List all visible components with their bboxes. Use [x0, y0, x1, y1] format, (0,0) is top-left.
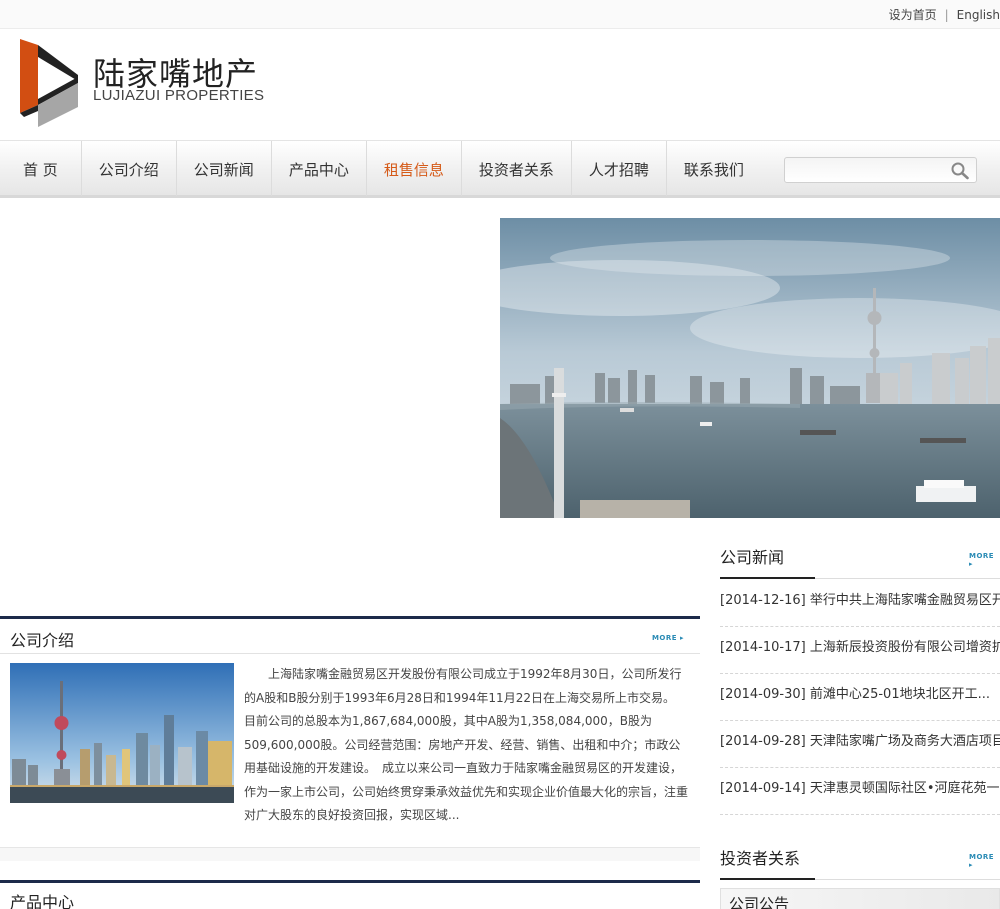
company-intro-section: 公司介绍 MORE ▸ 上海陆家嘴金融贸易区开发股份有限公司成立于1992年8月…	[0, 616, 700, 861]
nav-item-about[interactable]: 公司介绍	[82, 141, 177, 196]
announcement-card-label: 公司公告	[729, 895, 790, 909]
intro-title: 公司介绍	[10, 631, 75, 650]
news-item[interactable]: [2014-09-28] 天津陆家嘴广场及商务大酒店项目...	[720, 721, 1000, 768]
news-list: [2014-12-16] 举行中共上海陆家嘴金融贸易区开... [2014-10…	[720, 580, 1000, 815]
news-more-link[interactable]: MORE ▸	[969, 552, 1000, 568]
news-item[interactable]: [2014-09-30] 前滩中心25-01地块北区开工...	[720, 674, 1000, 721]
set-home-link[interactable]: 设为首页	[889, 8, 937, 22]
news-more-label: MORE	[969, 552, 995, 560]
nav-item-investor[interactable]: 投资者关系	[462, 141, 572, 196]
skyline-banner-illustration	[500, 218, 1000, 518]
intro-more-link[interactable]: MORE ▸	[652, 634, 684, 642]
news-title: 公司新闻	[720, 548, 785, 567]
news-divider-accent	[720, 577, 815, 579]
more-arrow-icon: ▸	[969, 560, 974, 568]
nav-item-contact[interactable]: 联系我们	[667, 141, 761, 196]
logo-name-en: LUJIAZUI PROPERTIES	[93, 87, 265, 104]
main-nav: 首 页 公司介绍 公司新闻 产品中心 租售信息 投资者关系 人才招聘 联系我们	[0, 140, 1000, 198]
investor-title: 投资者关系	[720, 849, 801, 868]
intro-more-label: MORE	[651, 634, 678, 642]
nav-item-news[interactable]: 公司新闻	[177, 141, 272, 196]
nav-list: 首 页 公司介绍 公司新闻 产品中心 租售信息 投资者关系 人才招聘 联系我们	[0, 141, 761, 196]
news-item[interactable]: [2014-10-17] 上海新辰投资股份有限公司增资扩...	[720, 627, 1000, 674]
intro-divider	[0, 653, 700, 654]
search-box	[784, 157, 977, 183]
top-links-separator: |	[944, 8, 949, 22]
investor-more-label: MORE	[969, 853, 995, 861]
english-link[interactable]: English	[957, 8, 1000, 22]
investor-divider-accent	[720, 878, 815, 880]
investor-relations-panel: 投资者关系 MORE ▸ 公司公告	[720, 840, 1000, 909]
product-center-section: 产品中心	[0, 880, 700, 909]
more-arrow-icon: ▸	[679, 634, 684, 642]
hero-banner-image	[500, 218, 1000, 518]
intro-bottom-bar	[0, 847, 700, 861]
intro-text-block: 上海陆家嘴金融贸易区开发股份有限公司成立于1992年8月30日，公司所发行的A股…	[10, 663, 690, 828]
search-icon[interactable]	[950, 161, 970, 181]
nav-item-home[interactable]: 首 页	[0, 141, 82, 196]
announcement-card[interactable]: 公司公告	[720, 888, 1000, 909]
intro-photo-spacer	[10, 663, 244, 807]
nav-item-careers[interactable]: 人才招聘	[572, 141, 667, 196]
top-utility-bar: 设为首页 | English	[0, 0, 1000, 29]
more-arrow-icon: ▸	[969, 861, 974, 869]
top-links: 设为首页 | English	[889, 6, 1000, 23]
site-logo[interactable]: 陆家嘴地产 LUJIAZUI PROPERTIES	[18, 37, 288, 129]
news-item[interactable]: [2014-09-14] 天津惠灵顿国际社区•河庭花苑一...	[720, 768, 1000, 815]
nav-item-products[interactable]: 产品中心	[272, 141, 367, 196]
investor-more-link[interactable]: MORE ▸	[969, 853, 1000, 869]
logo-mark-icon	[20, 39, 78, 127]
product-title: 产品中心	[10, 893, 75, 909]
nav-item-leasing[interactable]: 租售信息	[367, 141, 462, 196]
news-item[interactable]: [2014-12-16] 举行中共上海陆家嘴金融贸易区开...	[720, 580, 1000, 627]
intro-text: 上海陆家嘴金融贸易区开发股份有限公司成立于1992年8月30日，公司所发行的A股…	[244, 667, 689, 822]
search-input[interactable]	[789, 161, 944, 179]
